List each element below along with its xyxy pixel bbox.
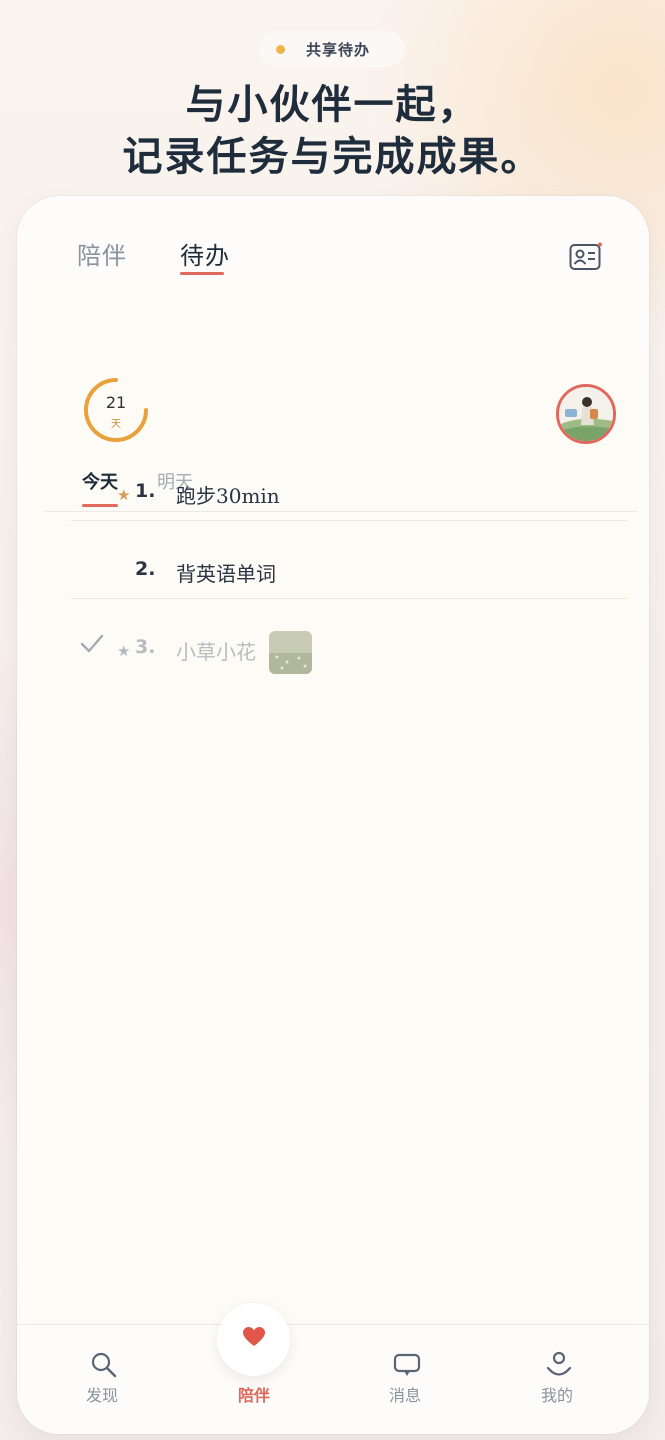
- nav-label: 我的: [540, 1386, 573, 1405]
- headline-line-1: 与小伙伴一起，: [185, 81, 480, 128]
- partner-avatar[interactable]: [556, 384, 616, 444]
- task-item[interactable]: 2. 背英语单词: [31, 520, 638, 599]
- task-photo-thumbnail[interactable]: [269, 631, 312, 674]
- contact-card-icon[interactable]: [569, 242, 603, 272]
- grass-photo: [269, 631, 312, 674]
- tab-active-indicator: [180, 272, 224, 275]
- nav-profile[interactable]: 我的: [507, 1325, 607, 1434]
- task-item-done[interactable]: ★ 3. 小草小花: [31, 598, 638, 676]
- tab-todo[interactable]: 待办: [180, 236, 230, 271]
- feature-pill: 共享待办: [259, 31, 405, 67]
- task-item[interactable]: ★ 1. 跑步30min: [31, 442, 638, 521]
- star-icon[interactable]: ★: [117, 642, 130, 660]
- task-title: 背英语单词: [176, 562, 276, 586]
- phone-frame: 陪伴 待办 21 天 今天 明天 ★ 1. 跑步30min 2. 背英语单词 ★…: [17, 196, 649, 1434]
- task-index: 3.: [135, 636, 156, 658]
- pill-label: 共享待办: [306, 40, 371, 59]
- task-title: 小草小花: [176, 640, 256, 664]
- bottom-nav: 发现 陪伴 消息 我的: [17, 1303, 649, 1434]
- streak-unit: 天: [111, 419, 121, 430]
- nav-discover[interactable]: 发现: [52, 1325, 152, 1434]
- todo-panel: 21 天 今天 明天 ★ 1. 跑步30min 2. 背英语单词 ★ 3. 小草…: [31, 280, 638, 1332]
- nav-label: 消息: [388, 1386, 421, 1405]
- task-index: 2.: [135, 558, 156, 580]
- task-title: 跑步30min: [176, 484, 280, 508]
- pill-dot: [276, 44, 285, 54]
- search-icon: [91, 1352, 117, 1378]
- tab-companion[interactable]: 陪伴: [77, 236, 127, 271]
- nav-messages[interactable]: 消息: [355, 1325, 455, 1434]
- task-index: 1.: [135, 480, 156, 502]
- profile-icon: [546, 1351, 572, 1376]
- nav-label: 陪伴: [237, 1386, 270, 1405]
- star-icon[interactable]: ★: [117, 486, 130, 504]
- nav-label: 发现: [85, 1386, 118, 1405]
- streak-count: 21: [105, 393, 127, 412]
- check-icon[interactable]: [80, 633, 104, 655]
- chat-icon: [393, 1353, 421, 1376]
- nav-companion[interactable]: 陪伴: [204, 1325, 304, 1434]
- headline-line-2: 记录任务与完成成果。: [122, 133, 543, 180]
- avatar-illustration: [559, 387, 613, 441]
